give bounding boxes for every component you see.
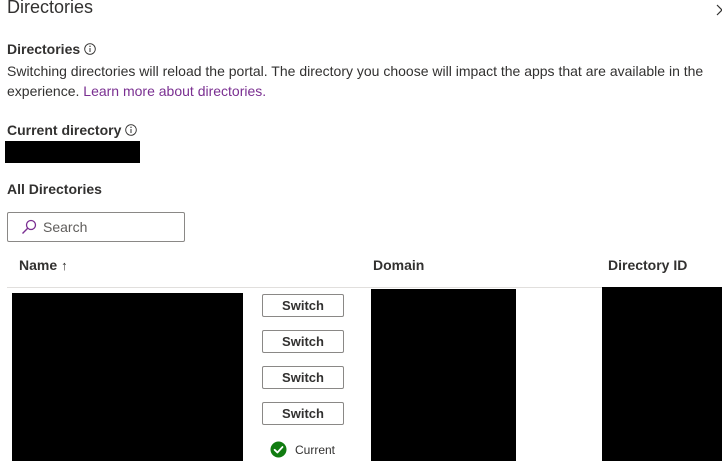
switch-button[interactable]: Switch xyxy=(262,366,344,389)
search-icon xyxy=(22,219,37,234)
learn-more-link[interactable]: Learn more about directories. xyxy=(83,83,266,99)
info-icon[interactable] xyxy=(84,43,96,55)
directories-description: Switching directories will reload the po… xyxy=(7,61,717,101)
current-directory-value-redacted xyxy=(5,141,140,163)
directories-label-row: Directories xyxy=(7,41,96,57)
directory-names-redacted xyxy=(12,293,243,461)
current-directory-status: Current xyxy=(270,441,335,458)
info-icon[interactable] xyxy=(125,124,138,136)
directory-domains-redacted xyxy=(371,289,516,461)
search-input[interactable] xyxy=(43,219,163,235)
current-directory-label-row: Current directory xyxy=(7,122,138,138)
switch-button[interactable]: Switch xyxy=(262,330,344,353)
column-header-domain[interactable]: Domain xyxy=(373,257,424,273)
current-status-label: Current xyxy=(295,442,336,457)
switch-button[interactable]: Switch xyxy=(262,294,344,317)
sort-ascending-icon: ↑ xyxy=(61,257,68,273)
column-header-name[interactable]: Name ↑ xyxy=(19,257,68,273)
checkmark-circle-icon xyxy=(270,441,287,458)
close-icon[interactable] xyxy=(716,4,722,16)
panel-title: Directories xyxy=(7,0,94,17)
search-box[interactable] xyxy=(7,212,185,242)
directory-ids-redacted xyxy=(602,287,722,461)
directories-label: Directories xyxy=(7,41,81,57)
all-directories-label: All Directories xyxy=(7,181,102,197)
directories-panel: Directories Directories Switching direct… xyxy=(0,0,722,471)
switch-button[interactable]: Switch xyxy=(262,402,344,425)
current-directory-label: Current directory xyxy=(7,122,122,138)
column-header-directory-id[interactable]: Directory ID xyxy=(608,257,687,273)
column-header-name-label: Name xyxy=(19,257,58,273)
